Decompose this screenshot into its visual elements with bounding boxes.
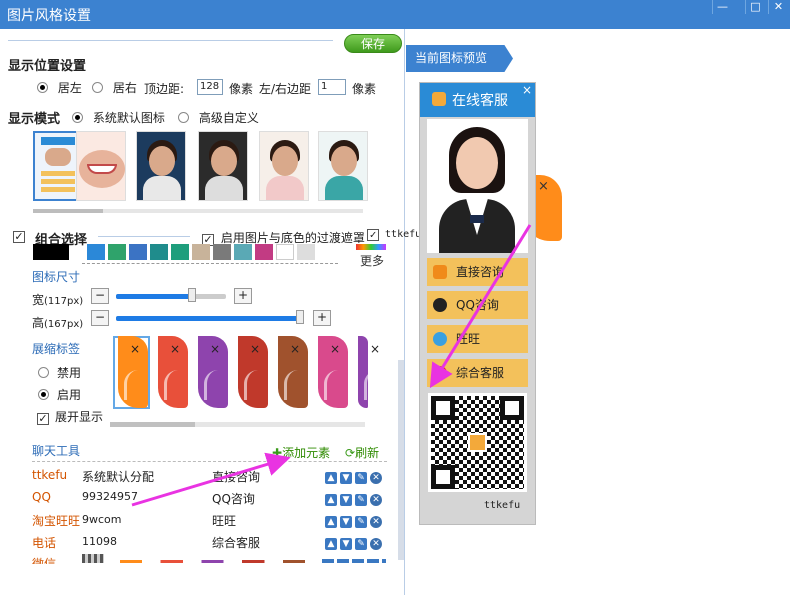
arrow-to-widget	[429, 224, 532, 389]
annotation-arrows	[131, 224, 532, 507]
arrow-to-add	[131, 452, 291, 507]
